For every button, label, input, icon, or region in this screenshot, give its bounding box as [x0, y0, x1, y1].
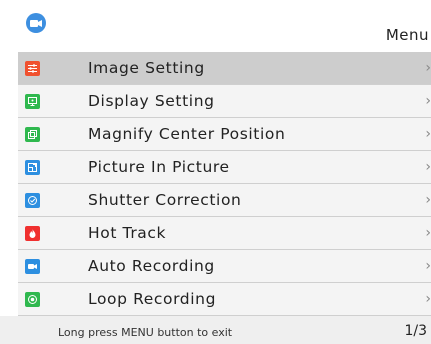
chevron-right-icon: › — [425, 159, 431, 175]
menu-footer: Long press MENU button to exit 1/3 — [0, 316, 431, 344]
chevron-right-icon: › — [425, 192, 431, 208]
settings-menu: Image Setting › Display Setting › Magnif… — [18, 52, 431, 316]
magnify-icon — [25, 127, 40, 142]
menu-item-label: Shutter Correction — [88, 191, 242, 209]
chevron-right-icon: › — [425, 93, 431, 109]
menu-item-loop-recording[interactable]: Loop Recording › — [18, 283, 431, 316]
menu-item-shutter-correction[interactable]: Shutter Correction › — [18, 184, 431, 217]
menu-item-picture-in-picture[interactable]: Picture In Picture › — [18, 151, 431, 184]
sliders-icon — [25, 61, 40, 76]
shutter-icon — [25, 193, 40, 208]
loop-icon — [25, 292, 40, 307]
menu-item-label: Display Setting — [88, 92, 215, 110]
menu-header: Menu — [0, 0, 431, 52]
camera-app-icon — [26, 13, 46, 33]
menu-item-hot-track[interactable]: Hot Track › — [18, 217, 431, 250]
chevron-right-icon: › — [425, 291, 431, 307]
chevron-right-icon: › — [425, 225, 431, 241]
display-icon — [25, 94, 40, 109]
menu-item-label: Magnify Center Position — [88, 125, 286, 143]
menu-item-label: Image Setting — [88, 59, 205, 77]
exit-hint: Long press MENU button to exit — [58, 326, 233, 339]
menu-item-image-setting[interactable]: Image Setting › — [18, 52, 431, 85]
page-title: Menu — [385, 26, 429, 44]
menu-item-auto-recording[interactable]: Auto Recording › — [18, 250, 431, 283]
menu-item-label: Hot Track — [88, 224, 167, 242]
chevron-right-icon: › — [425, 258, 431, 274]
menu-item-label: Auto Recording — [88, 257, 215, 275]
menu-item-label: Picture In Picture — [88, 158, 230, 176]
chevron-right-icon: › — [425, 60, 431, 76]
page-indicator: 1/3 — [404, 323, 427, 339]
pip-icon — [25, 160, 40, 175]
camera-icon — [25, 259, 40, 274]
chevron-right-icon: › — [425, 126, 431, 142]
menu-item-label: Loop Recording — [88, 290, 217, 308]
menu-item-display-setting[interactable]: Display Setting › — [18, 85, 431, 118]
menu-item-magnify-center-position[interactable]: Magnify Center Position › — [18, 118, 431, 151]
flame-icon — [25, 226, 40, 241]
